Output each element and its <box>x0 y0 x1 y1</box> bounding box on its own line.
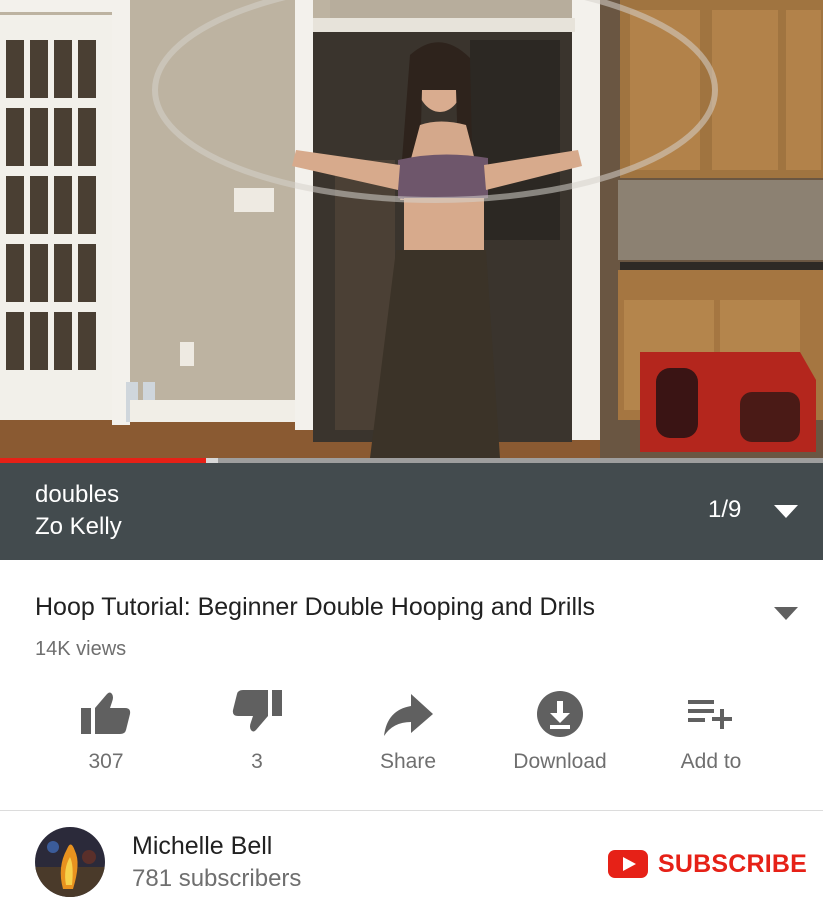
view-count: 14K views <box>35 638 127 660</box>
download-icon <box>537 691 583 737</box>
youtube-watch-page: doubles Zo Kelly 1/9 Hoop Tutorial: Begi… <box>0 0 823 904</box>
subscribe-button[interactable]: SUBSCRIBE <box>608 846 807 882</box>
dislike-count: 3 <box>251 750 263 773</box>
like-button[interactable]: 307 <box>41 686 171 786</box>
playlist-owner: Zo Kelly <box>35 513 122 540</box>
video-player[interactable] <box>0 0 823 460</box>
share-icon <box>384 694 433 736</box>
channel-name[interactable]: Michelle Bell <box>132 832 272 861</box>
add-to-label: Add to <box>680 750 742 773</box>
chevron-down-icon[interactable] <box>774 505 798 519</box>
video-frame <box>0 0 823 460</box>
avatar-image <box>35 827 105 897</box>
thumbs-down-icon <box>232 690 282 732</box>
channel-avatar[interactable] <box>35 827 105 897</box>
download-label: Download <box>513 750 607 773</box>
download-button[interactable]: Download <box>495 686 625 786</box>
subscriber-count: 781 subscribers <box>132 865 302 892</box>
divider <box>0 810 823 811</box>
share-button[interactable]: Share <box>343 686 473 786</box>
playlist-bar[interactable]: doubles Zo Kelly 1/9 <box>0 463 823 560</box>
dislike-button[interactable]: 3 <box>192 686 322 786</box>
video-title: Hoop Tutorial: Beginner Double Hooping a… <box>35 593 596 621</box>
add-to-playlist-button[interactable]: Add to <box>646 686 776 786</box>
expand-description-icon[interactable] <box>774 607 798 621</box>
thumbs-up-icon <box>81 692 131 734</box>
share-label: Share <box>379 750 437 773</box>
playlist-position: 1/9 <box>708 496 742 523</box>
playlist-title: doubles <box>35 481 120 508</box>
like-count: 307 <box>88 750 124 773</box>
youtube-logo-icon <box>608 850 648 878</box>
playlist-add-icon <box>688 700 732 729</box>
subscribe-label: SUBSCRIBE <box>658 849 808 878</box>
